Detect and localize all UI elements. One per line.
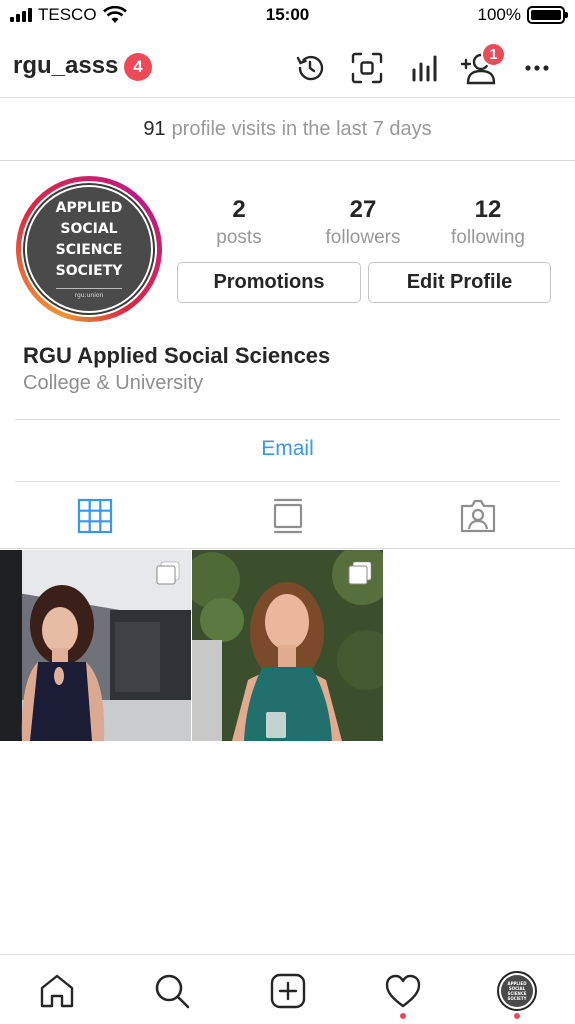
profile-avatar[interactable]: APPLIED SOCIAL SCIENCE SOCIETY rgu:union bbox=[25, 185, 153, 313]
story-ring[interactable]: APPLIED SOCIAL SCIENCE SOCIETY rgu:union bbox=[16, 176, 162, 322]
post-thumbnail[interactable] bbox=[192, 550, 383, 741]
qr-scan-icon[interactable] bbox=[347, 48, 387, 88]
promotions-button[interactable]: Promotions bbox=[177, 262, 361, 303]
profile-tab[interactable]: APPLIED SOCIAL SCIENCE SOCIETY bbox=[495, 969, 539, 1013]
posts-stat[interactable]: 2 posts bbox=[179, 196, 299, 249]
profile-tabs bbox=[0, 482, 575, 549]
battery-percent: 100% bbox=[477, 5, 521, 24]
tagged-tab-icon[interactable] bbox=[458, 496, 498, 536]
account-notification-badge[interactable]: 4 bbox=[124, 53, 152, 81]
battery-icon bbox=[527, 6, 568, 24]
username-switcher[interactable]: rgu_asss bbox=[13, 52, 118, 80]
avatar-union-logo: rgu:union bbox=[74, 292, 104, 299]
status-bar: TESCO 15:00 100% bbox=[0, 0, 575, 34]
home-icon[interactable] bbox=[35, 969, 79, 1013]
new-post-icon[interactable] bbox=[266, 969, 310, 1013]
insights-icon[interactable] bbox=[404, 48, 444, 88]
edit-profile-button[interactable]: Edit Profile bbox=[368, 262, 551, 303]
profile-full-name: RGU Applied Social Sciences bbox=[23, 343, 331, 368]
profile-category: College & University bbox=[23, 372, 204, 394]
instagram-profile-screen: TESCO 15:00 100% rgu_asss 4 1 91 profile… bbox=[0, 0, 575, 1024]
profile-visits-count: 91 bbox=[143, 118, 166, 140]
divider bbox=[15, 419, 560, 420]
activity-dot bbox=[400, 1013, 406, 1019]
more-options-icon[interactable] bbox=[517, 48, 557, 88]
history-icon[interactable] bbox=[290, 48, 330, 88]
profile-visits-banner[interactable]: 91 profile visits in the last 7 days bbox=[0, 99, 575, 161]
profile-dot bbox=[514, 1013, 520, 1019]
grid-tab-icon[interactable] bbox=[75, 496, 115, 536]
post-thumbnail[interactable] bbox=[0, 550, 191, 741]
carousel-icon bbox=[348, 561, 372, 585]
following-stat[interactable]: 12 following bbox=[428, 196, 548, 249]
search-icon[interactable] bbox=[150, 969, 194, 1013]
profile-avatar-thumb: APPLIED SOCIAL SCIENCE SOCIETY bbox=[497, 971, 537, 1011]
carousel-icon bbox=[156, 561, 180, 585]
profile-visits-text: profile visits in the last 7 days bbox=[171, 118, 432, 140]
activity-heart-icon[interactable] bbox=[381, 969, 425, 1013]
igtv-tab-icon[interactable] bbox=[268, 496, 308, 536]
email-button[interactable]: Email bbox=[0, 437, 575, 461]
follow-request-badge[interactable]: 1 bbox=[481, 42, 506, 67]
bottom-navigation: APPLIED SOCIAL SCIENCE SOCIETY bbox=[0, 954, 575, 1024]
followers-stat[interactable]: 27 followers bbox=[303, 196, 423, 249]
